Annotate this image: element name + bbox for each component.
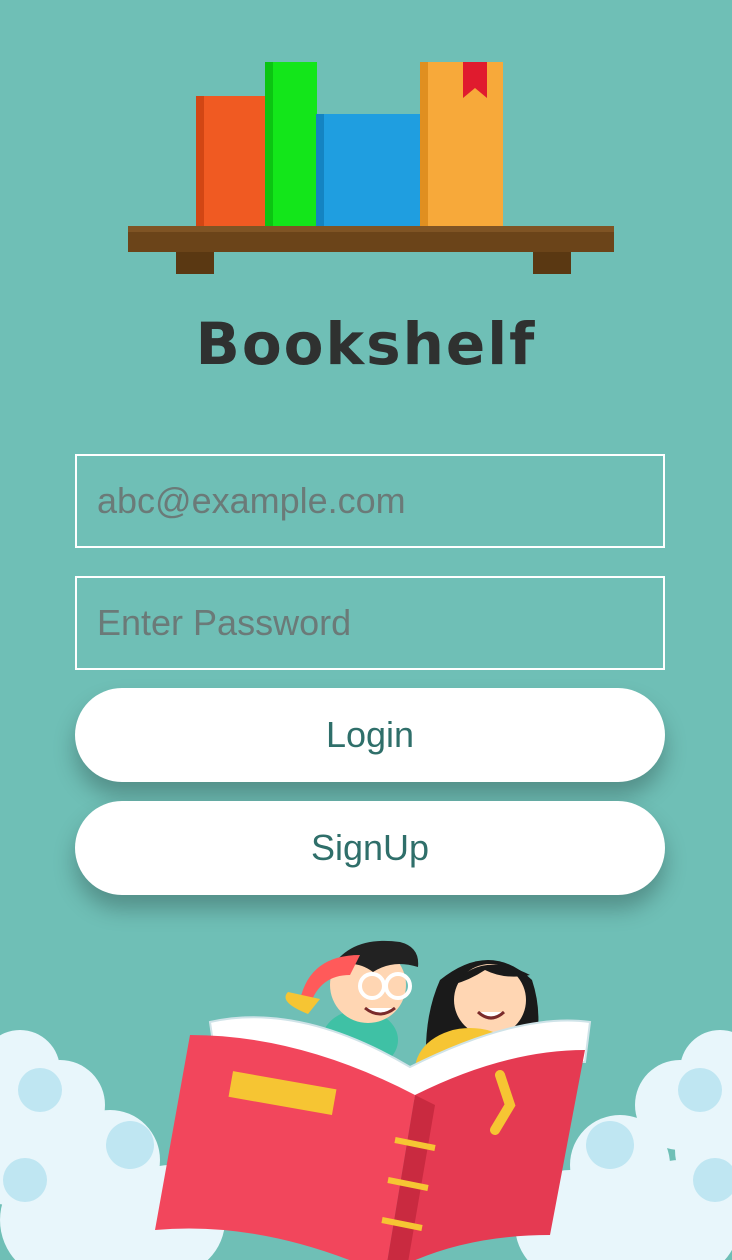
kids-reading-book-illustration [0,940,732,1260]
book-yellow [420,62,503,226]
book-blue [316,114,421,226]
email-field-container [75,454,665,548]
signup-button[interactable]: SignUp [75,801,665,895]
shelf-bracket-right [533,252,571,274]
shelf-bracket-left [176,252,214,274]
password-field[interactable] [77,578,663,668]
email-field[interactable] [77,456,663,546]
login-button[interactable]: Login [75,688,665,782]
password-field-container [75,576,665,670]
app-title: Bookshelf [195,310,537,378]
book-orange [196,96,266,226]
